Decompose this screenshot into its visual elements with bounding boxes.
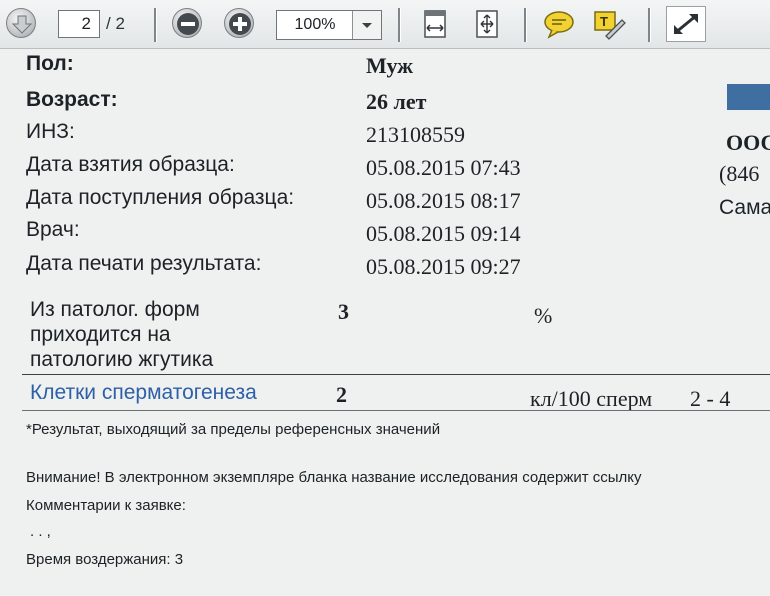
zoom-out-icon[interactable]	[172, 8, 202, 38]
age-value: 26 лет	[366, 89, 427, 114]
fit-page-icon[interactable]	[470, 8, 504, 40]
sample-taken-label: Дата взятия образца:	[26, 153, 235, 176]
pdf-toolbar: 2 / 2 100% T	[0, 0, 770, 49]
attention-text: Внимание! В электронном экземпляре бланк…	[26, 469, 642, 486]
zoom-in-icon[interactable]	[224, 8, 254, 38]
org-phone: (846	[719, 161, 760, 186]
result-divider	[22, 374, 770, 375]
comments-value: . . ,	[30, 523, 51, 540]
zoom-value: 100%	[294, 16, 336, 33]
abstinence-text: Время воздержания: 3	[26, 551, 184, 568]
pathology-unit: %	[534, 303, 553, 328]
page-down-icon[interactable]	[6, 8, 36, 38]
spermatogenesis-reference: 2 - 4	[690, 386, 731, 411]
spermatogenesis-value: 2	[336, 382, 347, 407]
pathology-label-line3: патологию жгутика	[30, 348, 214, 371]
age-label: Возраст:	[26, 88, 118, 111]
org-name: ООС	[726, 130, 770, 155]
pathology-label-line2: приходится на	[30, 323, 171, 346]
sample-received-label: Дата поступления образца:	[26, 186, 295, 209]
org-city: Сама	[719, 196, 770, 219]
print-date-label: Дата печати результата:	[26, 252, 262, 275]
toolbar-separator	[154, 8, 157, 42]
spermatogenesis-unit: кл/100 сперм	[530, 386, 653, 411]
sex-value: Муж	[366, 53, 414, 78]
sex-label: Пол:	[26, 52, 74, 75]
pathology-value: 3	[338, 299, 349, 324]
page-total: / 2	[106, 14, 125, 33]
footnote-text: *Результат, выходящий за пределы референ…	[26, 421, 441, 438]
header-color-bar	[727, 84, 770, 110]
sample-received-value: 05.08.2015 08:17	[366, 188, 521, 213]
doctor-value: 05.08.2015 09:14	[366, 221, 521, 246]
print-date-value: 05.08.2015 09:27	[366, 254, 521, 279]
typewriter-icon[interactable]: T	[592, 8, 626, 40]
inz-label: ИНЗ:	[26, 120, 75, 143]
toolbar-separator	[398, 8, 401, 42]
fullscreen-icon[interactable]	[666, 6, 706, 42]
comments-label: Комментарии к заявке:	[26, 497, 186, 514]
svg-text:T: T	[600, 14, 608, 29]
chevron-down-icon[interactable]	[352, 11, 381, 39]
pathology-label-line1: Из патолог. форм	[30, 298, 200, 321]
comment-icon[interactable]	[542, 8, 576, 40]
result-divider	[22, 410, 770, 411]
spermatogenesis-link[interactable]: Клетки сперматогенеза	[30, 381, 257, 405]
sample-taken-value: 05.08.2015 07:43	[366, 155, 521, 180]
page-number-input[interactable]: 2	[58, 10, 100, 38]
zoom-select[interactable]: 100%	[276, 10, 382, 40]
fit-width-icon[interactable]	[418, 8, 452, 40]
doctor-label: Врач:	[26, 218, 80, 241]
inz-value: 213108559	[366, 122, 465, 147]
toolbar-separator	[524, 8, 527, 42]
toolbar-separator	[648, 8, 651, 42]
document-page: Пол: Муж Возраст: 26 лет ИНЗ: 213108559 …	[0, 48, 770, 596]
